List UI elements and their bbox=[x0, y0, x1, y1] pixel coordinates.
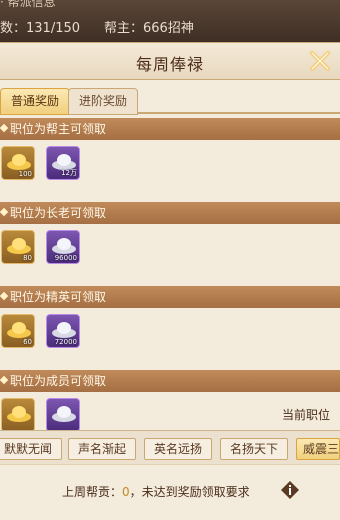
item-quantity: 100 bbox=[18, 170, 32, 178]
tab-normal-reward[interactable]: 普通奖励 bbox=[0, 88, 71, 115]
reward-section-elite: 职位为精英可领取 60 72000 bbox=[0, 286, 340, 356]
silver-ingot-item[interactable]: 12万 bbox=[46, 146, 80, 180]
guild-info-strip: · 帮派信息 数：131/150 帮主：666招神 bbox=[0, 0, 340, 42]
item-quantity: 12万 bbox=[61, 169, 77, 177]
contribution-status: 上周帮贡：0，未达到奖励领取要求 bbox=[62, 483, 250, 500]
item-quantity: 80 bbox=[23, 254, 32, 262]
footer: 上周帮贡：0，未达到奖励领取要求 bbox=[0, 464, 340, 520]
reward-section-elder: 职位为长老可领取 80 96000 bbox=[0, 202, 340, 272]
reward-tabs: 普通奖励 进阶奖励 bbox=[0, 86, 340, 115]
gold-ingot-item[interactable]: 60 bbox=[1, 314, 35, 348]
tab-advanced-reward[interactable]: 进阶奖励 bbox=[68, 88, 139, 115]
guild-leader: 帮主：666招神 bbox=[104, 21, 194, 36]
item-row: 100 12万 bbox=[0, 140, 340, 188]
current-rank-label: 当前职位 bbox=[281, 408, 330, 422]
silver-ingot-item[interactable] bbox=[46, 398, 80, 430]
rank-button-1[interactable]: 默默无闻 bbox=[0, 438, 62, 460]
member-count: 数：131/150 bbox=[0, 21, 81, 36]
silver-ingot-icon bbox=[52, 406, 76, 422]
panel-title: 每周俸禄 bbox=[135, 55, 204, 74]
gold-ingot-icon bbox=[7, 238, 31, 254]
section-header: 职位为精英可领取 bbox=[0, 286, 340, 308]
gold-ingot-item[interactable] bbox=[1, 398, 35, 430]
contribution-label: 上周帮贡： bbox=[62, 485, 123, 499]
rank-button-4[interactable]: 名扬天下 bbox=[220, 438, 288, 460]
close-button[interactable] bbox=[304, 45, 336, 77]
section-header: 职位为成员可领取 bbox=[0, 370, 340, 392]
info-icon[interactable] bbox=[280, 480, 300, 500]
item-quantity: 60 bbox=[23, 338, 32, 346]
rank-level-bar: 默默无闻 声名渐起 英名远扬 名扬天下 威震三 bbox=[0, 430, 340, 464]
gold-ingot-item[interactable]: 80 bbox=[1, 230, 35, 264]
close-x-icon bbox=[310, 51, 330, 71]
silver-ingot-icon bbox=[52, 322, 76, 338]
rank-button-3[interactable]: 英名远扬 bbox=[144, 438, 212, 460]
guild-info-title: · 帮派信息 bbox=[0, 0, 56, 9]
rank-button-2[interactable]: 声名渐起 bbox=[68, 438, 136, 460]
silver-ingot-item[interactable]: 72000 bbox=[46, 314, 80, 348]
contribution-value: 0 bbox=[122, 485, 130, 499]
silver-ingot-item[interactable]: 96000 bbox=[46, 230, 80, 264]
panel-body: 普通奖励 进阶奖励 职位为帮主可领取 100 12万 职位为长老可领取 80 9… bbox=[0, 80, 340, 430]
reward-section-leader: 职位为帮主可领取 100 12万 bbox=[0, 118, 340, 188]
rank-button-5[interactable]: 威震三 bbox=[296, 438, 340, 460]
panel-header: 每周俸禄 bbox=[0, 42, 340, 80]
gold-ingot-item[interactable]: 100 bbox=[1, 146, 35, 180]
gold-ingot-icon bbox=[7, 154, 31, 170]
item-quantity: 96000 bbox=[54, 254, 77, 262]
item-quantity: 72000 bbox=[54, 338, 77, 346]
gold-ingot-icon bbox=[7, 322, 31, 338]
item-row: 80 96000 bbox=[0, 224, 340, 272]
contribution-note: ，未达到奖励领取要求 bbox=[129, 485, 250, 499]
section-header: 职位为帮主可领取 bbox=[0, 118, 340, 140]
silver-ingot-icon bbox=[52, 238, 76, 254]
gold-ingot-icon bbox=[7, 406, 31, 422]
section-header: 职位为长老可领取 bbox=[0, 202, 340, 224]
item-row: 60 72000 bbox=[0, 308, 340, 356]
